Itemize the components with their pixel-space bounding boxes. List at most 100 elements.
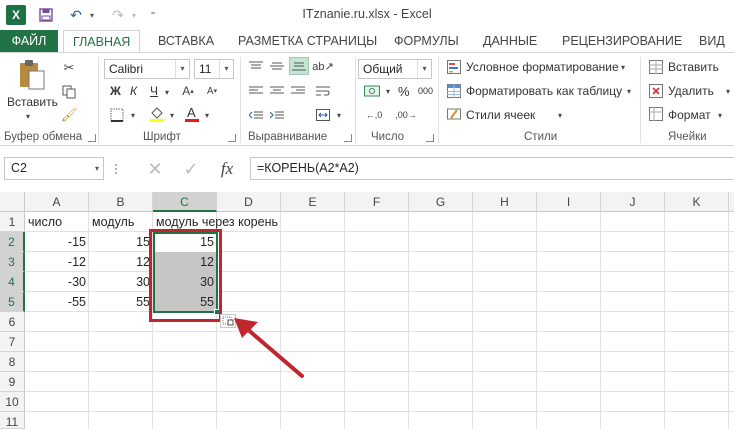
- align-bottom-icon[interactable]: [289, 57, 309, 75]
- align-right-icon[interactable]: [289, 83, 307, 99]
- delete-cells-icon[interactable]: [648, 83, 664, 99]
- tab-home[interactable]: ГЛАВНАЯ: [63, 30, 141, 53]
- tab-page-layout[interactable]: РАЗМЕТКА СТРАНИЦЫ: [238, 30, 377, 52]
- copy-icon[interactable]: [60, 83, 78, 101]
- paste-button[interactable]: Вставить: [7, 95, 58, 109]
- format-as-table-icon[interactable]: [446, 83, 462, 99]
- fill-color-dropdown-icon[interactable]: ▾: [167, 109, 177, 121]
- delete-dropdown-icon[interactable]: ▾: [724, 86, 732, 96]
- conditional-formatting-button[interactable]: Условное форматирование: [466, 60, 619, 74]
- orientation-icon[interactable]: ab↗: [312, 58, 333, 74]
- column-header-c[interactable]: C: [153, 192, 217, 212]
- clipboard-launcher-icon[interactable]: [88, 134, 96, 142]
- tab-formulas[interactable]: ФОРМУЛЫ: [394, 30, 459, 52]
- format-cells-icon[interactable]: [648, 106, 664, 122]
- cell-a3[interactable]: -12: [25, 252, 89, 272]
- font-size-select[interactable]: 11 ▾: [194, 59, 234, 79]
- align-middle-icon[interactable]: [268, 58, 286, 74]
- paste-dropdown-icon[interactable]: ▾: [22, 111, 34, 121]
- column-header-j[interactable]: J: [601, 192, 665, 212]
- worksheet-grid[interactable]: A B C D E F G H I J K 1 2 3 4 5 6 7 8 9 …: [0, 192, 734, 429]
- align-top-icon[interactable]: [247, 58, 265, 74]
- underline-dropdown-icon[interactable]: ▾: [162, 86, 172, 98]
- cell-b5[interactable]: 55: [89, 292, 153, 312]
- tab-view[interactable]: ВИД: [699, 30, 725, 52]
- number-launcher-icon[interactable]: [426, 134, 434, 142]
- column-header-g[interactable]: G: [409, 192, 473, 212]
- column-header-f[interactable]: F: [345, 192, 409, 212]
- conditional-formatting-icon[interactable]: [446, 59, 462, 75]
- bold-button[interactable]: Ж: [110, 84, 121, 98]
- format-dropdown-icon[interactable]: ▾: [716, 110, 724, 120]
- column-header-h[interactable]: H: [473, 192, 537, 212]
- paste-icon[interactable]: [14, 59, 48, 91]
- merge-center-icon[interactable]: [314, 107, 332, 123]
- column-header-b[interactable]: B: [89, 192, 153, 212]
- merge-dropdown-icon[interactable]: ▾: [334, 109, 344, 121]
- format-cells-button[interactable]: Формат: [668, 108, 711, 122]
- align-left-icon[interactable]: [247, 83, 265, 99]
- row-header-3[interactable]: 3: [0, 252, 25, 272]
- cell-b3[interactable]: 12: [89, 252, 153, 272]
- format-painter-icon[interactable]: 🖌: [60, 106, 78, 124]
- cell-b1[interactable]: модуль: [89, 212, 153, 232]
- italic-button[interactable]: К: [130, 84, 137, 98]
- currency-icon[interactable]: [362, 83, 382, 99]
- font-color-dropdown-icon[interactable]: ▾: [202, 109, 212, 121]
- column-header-e[interactable]: E: [281, 192, 345, 212]
- wrap-text-icon[interactable]: [314, 83, 332, 99]
- name-box[interactable]: C2 ▾: [4, 157, 104, 180]
- row-header-5[interactable]: 5: [0, 292, 25, 312]
- tab-insert[interactable]: ВСТАВКА: [158, 30, 214, 52]
- row-header-8[interactable]: 8: [0, 352, 25, 372]
- insert-cells-icon[interactable]: [648, 59, 664, 75]
- row-header-11[interactable]: 11: [0, 412, 25, 429]
- decrease-decimal-icon[interactable]: ,00→: [394, 107, 418, 123]
- insert-cells-button[interactable]: Вставить: [668, 60, 719, 74]
- row-header-10[interactable]: 10: [0, 392, 25, 412]
- tab-file[interactable]: ФАЙЛ: [0, 30, 58, 52]
- tab-data[interactable]: ДАННЫЕ: [483, 30, 537, 52]
- borders-icon[interactable]: [108, 107, 126, 123]
- font-grow-icon[interactable]: A ▴: [180, 83, 196, 99]
- cell-styles-button[interactable]: Стили ячеек: [466, 108, 535, 122]
- number-format-select[interactable]: Общий ▾: [358, 59, 432, 79]
- row-header-1[interactable]: 1: [0, 212, 25, 232]
- font-color-icon[interactable]: A: [184, 105, 200, 123]
- cut-icon[interactable]: ✂: [60, 59, 78, 77]
- row-header-9[interactable]: 9: [0, 372, 25, 392]
- format-as-table-dropdown-icon[interactable]: ▾: [625, 86, 633, 96]
- cell-a4[interactable]: -30: [25, 272, 89, 292]
- cell-a5[interactable]: -55: [25, 292, 89, 312]
- fill-color-icon[interactable]: [148, 105, 166, 123]
- row-header-4[interactable]: 4: [0, 272, 25, 292]
- cell-styles-icon[interactable]: [446, 106, 462, 122]
- column-header-d[interactable]: D: [217, 192, 281, 212]
- underline-button[interactable]: Ч: [150, 84, 158, 98]
- row-header-6[interactable]: 6: [0, 312, 25, 332]
- row-header-7[interactable]: 7: [0, 332, 25, 352]
- align-center-icon[interactable]: [268, 83, 286, 99]
- formula-input[interactable]: =КОРЕНЬ(A2*A2): [250, 157, 734, 180]
- column-header-k[interactable]: K: [665, 192, 729, 212]
- font-name-select[interactable]: Calibri ▾: [104, 59, 190, 79]
- cell-b4[interactable]: 30: [89, 272, 153, 292]
- tab-review[interactable]: РЕЦЕНЗИРОВАНИЕ: [562, 30, 682, 52]
- currency-dropdown-icon[interactable]: ▾: [383, 85, 393, 97]
- alignment-launcher-icon[interactable]: [344, 134, 352, 142]
- resize-handle-icon[interactable]: [114, 162, 118, 176]
- delete-cells-button[interactable]: Удалить: [668, 84, 714, 98]
- font-shrink-icon[interactable]: A ▾: [204, 83, 220, 99]
- font-launcher-icon[interactable]: [228, 134, 236, 142]
- enter-icon[interactable]: ✓: [180, 158, 202, 180]
- select-all-corner[interactable]: [0, 192, 25, 212]
- cell-b2[interactable]: 15: [89, 232, 153, 252]
- percent-button[interactable]: %: [398, 84, 410, 99]
- conditional-formatting-dropdown-icon[interactable]: ▾: [619, 62, 627, 72]
- insert-function-icon[interactable]: fx: [214, 157, 240, 181]
- increase-decimal-icon[interactable]: ←,0: [362, 107, 386, 123]
- column-header-a[interactable]: A: [25, 192, 89, 212]
- cancel-icon[interactable]: ✕: [144, 158, 166, 180]
- borders-dropdown-icon[interactable]: ▾: [128, 109, 138, 121]
- thousands-button[interactable]: 000: [418, 86, 433, 96]
